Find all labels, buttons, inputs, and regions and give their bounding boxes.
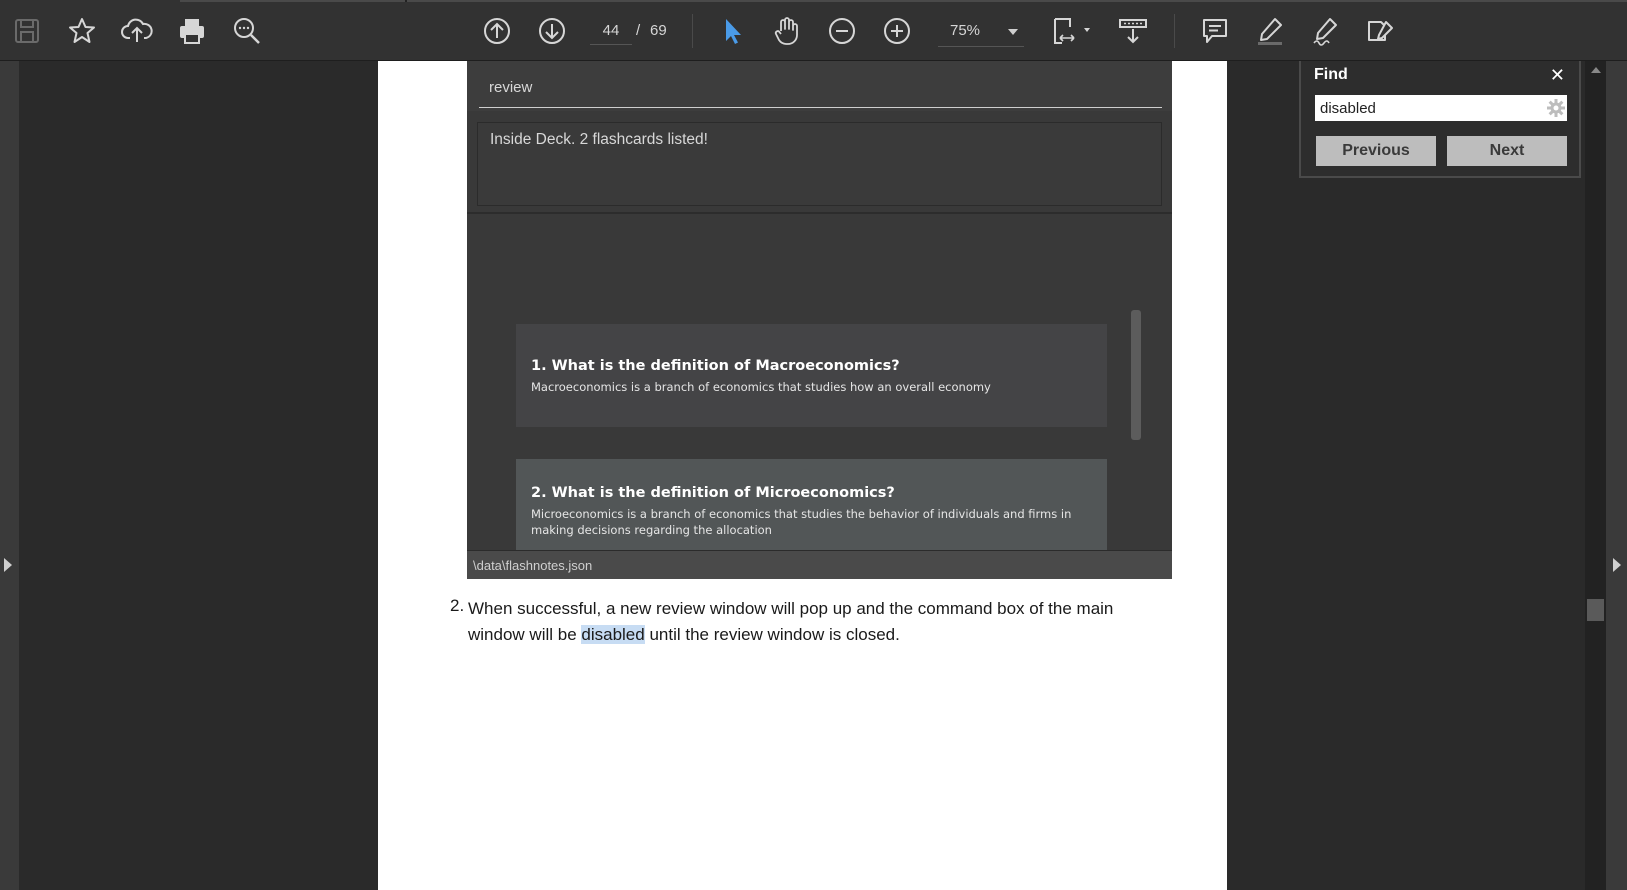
flashcard-list: 1. What is the definition of Macroeconom… [467, 214, 1172, 562]
expand-left-panel-icon[interactable] [4, 558, 12, 572]
flashcard-item: 1. What is the definition of Macroeconom… [516, 324, 1107, 427]
zoom-in-icon[interactable] [878, 12, 916, 50]
tab-indicator [180, 0, 405, 2]
find-title: Find [1314, 66, 1348, 83]
tab-indicator [407, 0, 1627, 2]
vertical-scrollbar[interactable] [1585, 61, 1606, 890]
toolbar-divider [692, 14, 693, 48]
expand-right-panel-icon[interactable] [1613, 558, 1621, 572]
left-sidebar-toggle-strip [0, 61, 19, 890]
scroll-up-icon[interactable] [1591, 67, 1601, 73]
result-text: Inside Deck. 2 flashcards listed! [490, 131, 708, 148]
status-path: \data\flashnotes.json [473, 558, 593, 573]
search-highlight: disabled [581, 625, 645, 644]
save-icon[interactable] [8, 12, 46, 50]
zoom-out-icon[interactable] [823, 12, 861, 50]
result-display: Inside Deck. 2 flashcards listed! [477, 122, 1162, 206]
toolbar-divider [1174, 14, 1175, 48]
scrollbar-thumb[interactable] [1587, 599, 1604, 621]
page-number-input[interactable]: 44 [590, 18, 632, 45]
find-previous-button[interactable]: Previous [1316, 136, 1436, 166]
comment-icon[interactable] [1196, 12, 1234, 50]
select-cursor-icon[interactable] [713, 12, 751, 50]
find-input[interactable] [1315, 95, 1567, 121]
chevron-down-icon [1008, 29, 1018, 35]
flashcard-question: 1. What is the definition of Macroeconom… [531, 358, 900, 374]
flashcard-answer: Microeconomics is a branch of economics … [531, 507, 1072, 537]
embedded-app-screenshot: review Inside Deck. 2 flashcards listed!… [467, 61, 1172, 579]
command-box: review [467, 61, 1172, 111]
list-number: 2. [450, 596, 465, 615]
fit-page-icon[interactable] [1048, 12, 1096, 50]
gear-icon[interactable] [1545, 97, 1567, 119]
find-next-button[interactable]: Next [1447, 136, 1567, 166]
flashcard-item: 2. What is the definition of Microeconom… [516, 459, 1107, 562]
command-underline [479, 107, 1162, 108]
right-sidebar-toggle-strip [1606, 61, 1627, 890]
upload-icon[interactable] [118, 12, 156, 50]
hand-icon[interactable] [768, 12, 806, 50]
list-scrollbar [1131, 310, 1141, 440]
flashcard-answer: Macroeconomics is a branch of economics … [531, 380, 991, 394]
status-bar: \data\flashnotes.json [467, 550, 1172, 579]
edit-icon[interactable] [1361, 12, 1399, 50]
print-icon[interactable] [173, 12, 211, 50]
paragraph-text: until the review window is closed. [644, 625, 900, 644]
zoom-select[interactable]: 75% [938, 18, 1024, 47]
zoom-value: 75% [950, 22, 981, 39]
star-icon[interactable] [63, 12, 101, 50]
document-page: review Inside Deck. 2 flashcards listed!… [378, 61, 1227, 890]
page-down-icon[interactable] [533, 12, 571, 50]
page-up-icon[interactable] [478, 12, 516, 50]
highlight-icon[interactable] [1251, 12, 1289, 50]
find-panel: Find ✕ Previous Next [1299, 61, 1581, 178]
command-text: review [489, 79, 533, 96]
search-icon[interactable] [228, 12, 266, 50]
flashcard-question: 2. What is the definition of Microeconom… [531, 485, 895, 501]
close-icon[interactable]: ✕ [1550, 65, 1565, 86]
body-paragraph: When successful, a new review window wil… [468, 596, 1168, 648]
scroll-mode-icon[interactable] [1114, 12, 1152, 50]
page-separator: / [636, 22, 641, 39]
sign-icon[interactable] [1306, 12, 1344, 50]
main-toolbar: 44 / 69 75% [0, 0, 1627, 61]
page-total: 69 [650, 22, 667, 39]
